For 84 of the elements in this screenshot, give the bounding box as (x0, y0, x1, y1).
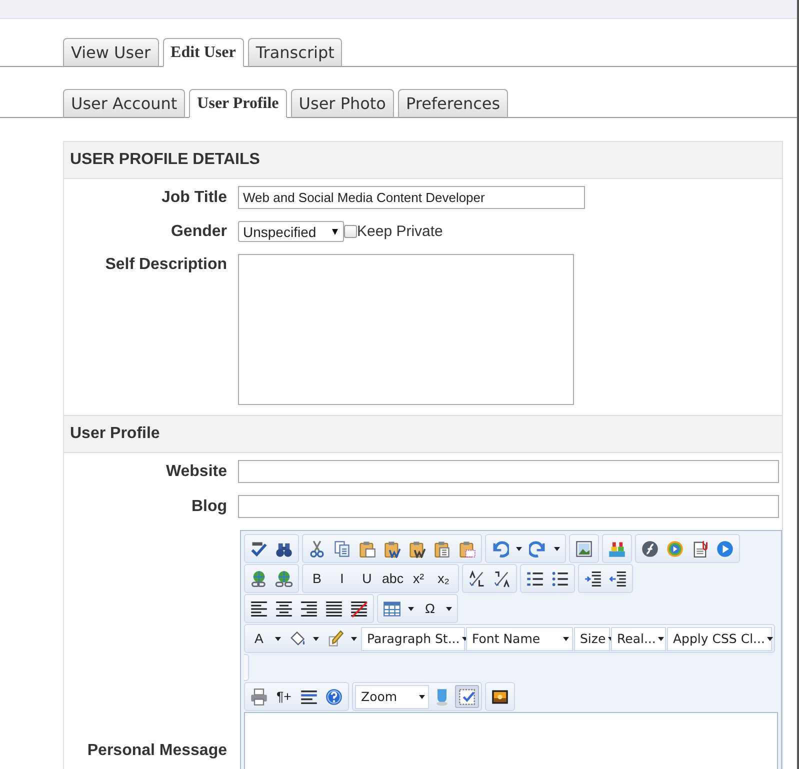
underline-button[interactable]: U (355, 567, 379, 590)
undo-icon[interactable] (491, 540, 509, 558)
dropdown[interactable]: Zoom (355, 684, 429, 708)
select-icon[interactable] (458, 688, 476, 706)
checkbox[interactable] (344, 225, 357, 238)
clipboard-icon[interactable] (383, 540, 401, 558)
strike-lines-icon[interactable] (350, 600, 368, 618)
caret-icon (563, 636, 569, 640)
link-icon[interactable] (250, 570, 268, 588)
tab[interactable]: Transcript (248, 38, 342, 67)
justify-icon[interactable] (325, 600, 343, 618)
align-right-icon[interactable] (300, 600, 318, 618)
clipboard-icon[interactable] (458, 540, 476, 558)
blocks-icon[interactable] (608, 540, 626, 558)
tab[interactable]: User Account (63, 89, 186, 118)
paint-bucket-icon[interactable] (288, 630, 306, 648)
field-label: Website (164, 462, 227, 480)
indent-icon[interactable] (608, 570, 626, 588)
play-icon[interactable] (716, 540, 734, 558)
dropdown[interactable]: Apply CSS Cl... (667, 626, 772, 650)
table-icon[interactable] (383, 600, 401, 618)
align-icon[interactable] (300, 688, 318, 706)
help-icon[interactable] (325, 688, 343, 706)
document-icon[interactable] (691, 540, 709, 558)
printer-icon[interactable] (250, 688, 268, 706)
paragraph-button[interactable]: ¶+ (272, 685, 296, 708)
caret-icon (332, 228, 338, 234)
caret-icon[interactable] (516, 546, 522, 550)
text-case-icon[interactable] (492, 570, 510, 588)
caret-icon (419, 694, 425, 698)
clipboard-icon[interactable] (358, 540, 376, 558)
outdent-icon[interactable] (584, 570, 602, 588)
bullet-list-icon[interactable] (550, 570, 568, 588)
clipboard-icon[interactable] (433, 540, 451, 558)
field-label: Self Description (104, 255, 227, 274)
caret-icon (766, 636, 773, 640)
caret-icon[interactable] (275, 636, 281, 640)
subscript-button[interactable]: x₂ (432, 567, 456, 590)
image-icon[interactable] (575, 540, 593, 558)
dropdown[interactable]: Font Name (466, 626, 573, 650)
superscript-button[interactable]: x² (406, 567, 430, 590)
align-center-icon[interactable] (275, 600, 293, 618)
field-label: Job Title (160, 188, 227, 206)
caret-icon[interactable] (351, 636, 357, 640)
italic-button[interactable]: I (330, 567, 354, 590)
align-left-icon[interactable] (250, 600, 268, 618)
caret-icon[interactable] (554, 546, 560, 550)
tab[interactable]: User Profile (189, 89, 287, 118)
spellcheck-icon[interactable] (250, 540, 268, 558)
dropdown[interactable]: Paragraph St... (361, 626, 465, 650)
caret-icon[interactable] (446, 606, 452, 610)
section-header: USER PROFILE DETAILS (64, 142, 782, 179)
numbered-list-icon[interactable] (526, 570, 544, 588)
dropdown[interactable]: Real... (611, 626, 666, 650)
strikethrough-button[interactable]: abc (380, 567, 406, 590)
field-label: Gender (170, 222, 227, 240)
flash-icon[interactable] (641, 540, 659, 558)
tab[interactable]: Edit User (162, 38, 244, 67)
dropdown[interactable]: Size (574, 626, 610, 650)
picture-icon[interactable] (491, 688, 509, 706)
blog-field[interactable] (238, 495, 779, 518)
checkbox-label: Keep Private (357, 223, 443, 240)
caret-icon[interactable] (408, 606, 414, 610)
clipboard-icon[interactable] (408, 540, 426, 558)
field-label: Personal Message (86, 742, 227, 760)
unlink-icon[interactable] (275, 570, 293, 588)
tab[interactable]: User Photo (290, 89, 394, 118)
bold-button[interactable]: B (305, 567, 329, 590)
media-player-icon[interactable] (666, 540, 684, 558)
tab[interactable]: Preferences (398, 89, 508, 118)
scissors-icon[interactable] (308, 540, 326, 558)
tab[interactable]: View User (63, 38, 159, 67)
caret-icon[interactable] (313, 636, 319, 640)
font-color-button[interactable]: A (247, 627, 271, 650)
field-label: Blog (190, 498, 227, 516)
brush-icon[interactable] (326, 630, 344, 648)
section-header: User Profile (64, 416, 782, 453)
website-field[interactable] (238, 460, 779, 483)
self-description-field[interactable] (238, 254, 574, 405)
job-title-field[interactable]: Web and Social Media Content Developer (238, 186, 585, 209)
text-case-icon[interactable] (468, 570, 486, 588)
redo-icon[interactable] (529, 540, 547, 558)
copy-icon[interactable] (333, 540, 351, 558)
gender-select[interactable]: Unspecified (238, 221, 344, 242)
